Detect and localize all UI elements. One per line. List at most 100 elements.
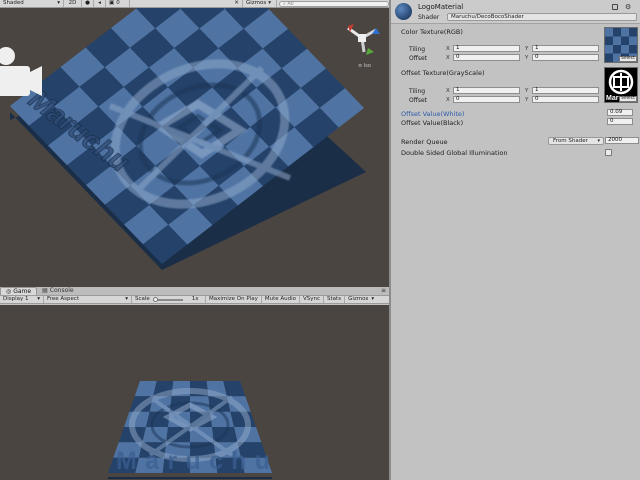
audio-toggle[interactable]: ◂: [94, 0, 106, 7]
inspector-panel: LogoMaterial Shader Maruchu/DecoBocoShad…: [391, 0, 640, 480]
axis-x-label: X: [446, 97, 450, 103]
speaker-icon: ◂: [98, 0, 101, 6]
render-queue-dropdown[interactable]: From Shader ▾: [548, 137, 604, 145]
color-offset-label: Offset: [409, 55, 428, 62]
offset-offset-label: Offset: [409, 97, 428, 104]
transform-tools-toggle[interactable]: ✕: [231, 0, 243, 7]
offset-tiling-label: Tiling: [409, 88, 426, 95]
axis-x-label: X: [446, 46, 450, 52]
offset-tiling-x-field[interactable]: 1: [453, 87, 520, 94]
tab-game-label: Game: [13, 287, 32, 295]
game-plane-edge: [108, 477, 272, 479]
dsgi-label: Double Sided Global Illumination: [401, 149, 508, 157]
scene-view[interactable]: Shaded ▾ 2D ● ◂ ▣ 0 ✕ Gizmos ▾ ⌕ All Mar…: [0, 0, 389, 284]
effects-count: 0: [116, 0, 120, 6]
axis-y-label: Y: [525, 88, 529, 94]
color-offset-x-field[interactable]: 0: [453, 54, 520, 61]
projection-label[interactable]: ≡ Iso: [358, 63, 371, 69]
scene-search-input[interactable]: ⌕ All: [279, 0, 389, 7]
display-dropdown[interactable]: Display 1 ▾: [0, 296, 44, 303]
color-offset-y-field[interactable]: 0: [532, 54, 599, 61]
scene-canvas[interactable]: Maruchu: [0, 8, 389, 284]
stats-toggle[interactable]: Stats: [324, 296, 346, 303]
render-queue-mode: From Shader: [553, 138, 588, 144]
console-icon: ▤: [42, 287, 48, 294]
color-tiling-label: Tiling: [409, 46, 426, 53]
offset-texture-select-button[interactable]: Select: [619, 96, 637, 102]
mute-audio-toggle[interactable]: Mute Audio: [262, 296, 300, 303]
chevron-down-icon: ▾: [37, 296, 40, 302]
display-label: Display 1: [3, 296, 29, 302]
checker-tile: [223, 381, 246, 397]
scale-control[interactable]: Scale 1x: [132, 296, 206, 303]
axis-y-label: Y: [525, 46, 529, 52]
color-tiling-y-field[interactable]: 1: [532, 45, 599, 52]
lighting-toggle[interactable]: ●: [82, 0, 94, 7]
gizmos-label: Gizmos: [246, 0, 267, 6]
color-texture-label: Color Texture(RGB): [401, 28, 463, 36]
gear-icon[interactable]: ⚙: [625, 3, 631, 11]
chevron-down-icon: ▾: [125, 296, 128, 302]
material-sphere-icon: [395, 3, 412, 20]
thumb-tile: [605, 36, 613, 45]
color-texture-select-button[interactable]: Select: [619, 56, 637, 62]
axis-x-label: X: [446, 55, 450, 61]
color-texture-slot[interactable]: Select: [604, 27, 638, 63]
offset-offset-x-field[interactable]: 0: [453, 96, 520, 103]
game-canvas[interactable]: Maruchu: [0, 305, 389, 480]
offset-offset-y-field[interactable]: 0: [532, 96, 599, 103]
crossed-tools-icon: ✕: [234, 0, 239, 6]
shader-label: Shader: [418, 14, 440, 21]
menu-icon: ≡: [380, 287, 386, 294]
maximize-on-play-toggle[interactable]: Maximize On Play: [206, 296, 262, 303]
thumb-tile: [605, 45, 613, 54]
offset-texture-label: Offset Texture(GrayScale): [401, 69, 485, 77]
vsync-toggle[interactable]: VSync: [300, 296, 325, 303]
camera-icon[interactable]: [0, 42, 42, 114]
checker-tile: [134, 381, 157, 397]
image-icon: ▣: [109, 0, 115, 6]
material-name: LogoMaterial: [418, 3, 464, 11]
thumb-tile: [605, 28, 613, 37]
shading-mode-label: Shaded: [3, 0, 24, 6]
help-book-icon[interactable]: [612, 4, 618, 10]
offset-black-label: Offset Value(Black): [401, 119, 464, 127]
offset-texture-slot[interactable]: Maru Select: [604, 67, 638, 103]
scale-slider-knob[interactable]: [152, 296, 158, 302]
game-tab-bar: ◎ Game ▤ Console ≡: [0, 287, 389, 296]
offset-white-field[interactable]: 0.09: [607, 109, 633, 116]
gizmos-dropdown[interactable]: Gizmos ▾: [243, 0, 277, 7]
scale-label: Scale: [135, 296, 150, 302]
shading-mode-dropdown[interactable]: Shaded ▾: [0, 0, 64, 7]
game-pad-icon: ◎: [6, 287, 12, 295]
thumb-tile: [629, 36, 637, 45]
game-gizmos-label: Gizmos: [348, 296, 369, 302]
game-toolbar: Display 1 ▾ Free Aspect ▾ Scale 1x Maxim…: [0, 296, 389, 304]
axis-gizmo[interactable]: [344, 22, 384, 58]
mode-2d-toggle[interactable]: 2D: [64, 0, 82, 7]
tab-game[interactable]: ◎ Game: [0, 287, 38, 295]
thumb-tile: [613, 36, 621, 45]
inspector-header: LogoMaterial Shader Maruchu/DecoBocoShad…: [391, 0, 640, 24]
offset-white-label[interactable]: Offset Value(White): [401, 110, 464, 118]
thumb-tile: [621, 45, 629, 54]
aspect-label: Free Aspect: [47, 296, 80, 302]
panel-menu-button[interactable]: ≡: [378, 287, 389, 295]
thumb-tile: [613, 28, 621, 37]
offset-tiling-y-field[interactable]: 1: [532, 87, 599, 94]
render-queue-field[interactable]: 2000: [605, 137, 639, 144]
color-tiling-x-field[interactable]: 1: [453, 45, 520, 52]
offset-black-field[interactable]: 0: [607, 118, 633, 125]
shader-dropdown[interactable]: Maruchu/DecoBocoShader: [447, 13, 637, 21]
effects-dropdown[interactable]: ▣ 0: [106, 0, 130, 7]
thumb-tile: [613, 45, 621, 54]
dsgi-checkbox[interactable]: [605, 149, 612, 156]
axis-y-label: Y: [525, 55, 529, 61]
search-placeholder: All: [287, 0, 294, 7]
scale-slider[interactable]: [152, 296, 183, 302]
aspect-dropdown[interactable]: Free Aspect ▾: [44, 296, 132, 303]
thumb-tile: [621, 36, 629, 45]
light-bulb-icon: ●: [85, 0, 90, 6]
tab-console[interactable]: ▤ Console: [37, 287, 79, 295]
game-gizmos-dropdown[interactable]: Gizmos ▾: [345, 296, 377, 303]
